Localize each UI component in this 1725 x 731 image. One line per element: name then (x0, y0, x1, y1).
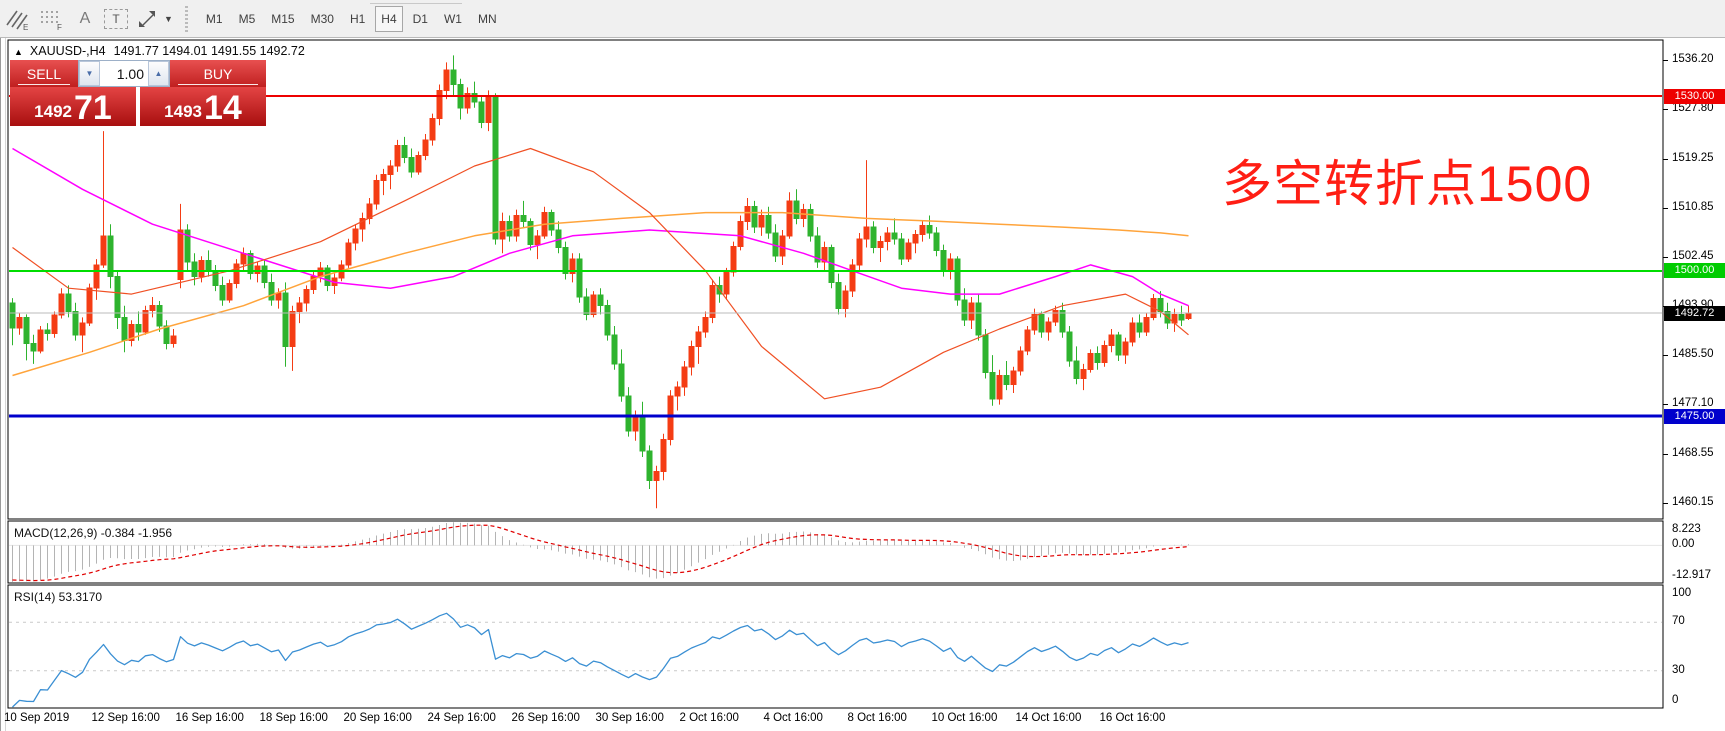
macd-axis-label: 0.00 (1672, 538, 1694, 550)
toolbar-separator (183, 6, 190, 32)
price-axis-tick (1663, 60, 1668, 61)
text-label-icon[interactable]: A (70, 5, 100, 33)
price-axis-label: 1477.10 (1672, 397, 1714, 409)
timeframe-button-h1[interactable]: H1 (344, 6, 371, 32)
chart-ohlc-header: ▲ XAUUSD-,H4 1491.77 1494.01 1491.55 1492.… (14, 44, 305, 58)
price-axis-label: 1485.50 (1672, 348, 1714, 360)
price-axis-label: 1510.85 (1672, 201, 1714, 213)
one-click-trading-panel: SELL ▼ ▲ BUY 1492 71 1493 14 (10, 60, 266, 126)
time-axis-label: 8 Oct 16:00 (848, 712, 907, 724)
macd-axis-label: 8.223 (1672, 523, 1701, 535)
time-axis-label: 12 Sep 16:00 (92, 712, 160, 724)
timeframe-button-d1[interactable]: D1 (407, 6, 434, 32)
price-axis-label: 1468.55 (1672, 447, 1714, 459)
price-axis-tick (1663, 355, 1668, 356)
timeframe-button-m1[interactable]: M1 (200, 6, 229, 32)
price-line-badge: 1475.00 (1664, 409, 1725, 424)
mt4-terminal: E F A T ▼ M1M5M15M30H1H4D1W1MN (0, 0, 1725, 731)
time-axis-label: 10 Sep 2019 (4, 712, 69, 724)
buy-button[interactable]: BUY (170, 60, 266, 87)
price-axis-label: 1460.15 (1672, 496, 1714, 508)
price-axis-tick (1663, 454, 1668, 455)
price-line-badge: 1492.72 (1664, 306, 1725, 321)
price-axis-label: 1536.20 (1672, 53, 1714, 65)
time-axis-label: 20 Sep 16:00 (344, 712, 412, 724)
price-chart-canvas (0, 38, 1725, 731)
price-axis-tick (1663, 257, 1668, 258)
toolbar: E F A T ▼ M1M5M15M30H1H4D1W1MN (0, 0, 1725, 38)
volume-decrease-button[interactable]: ▼ (79, 61, 100, 86)
rsi-axis-label: 30 (1672, 664, 1685, 676)
timeframe-button-mn[interactable]: MN (472, 6, 503, 32)
price-axis-label: 1502.45 (1672, 250, 1714, 262)
price-axis-tick (1663, 159, 1668, 160)
chart-pattern-e-icon[interactable]: E (2, 5, 32, 33)
time-axis-label: 14 Oct 16:00 (1016, 712, 1082, 724)
time-axis-label: 16 Oct 16:00 (1100, 712, 1166, 724)
grid-f-icon[interactable]: F (36, 5, 66, 33)
rsi-axis-label: 0 (1672, 694, 1678, 706)
price-axis-label: 1527.80 (1672, 102, 1714, 114)
timeframe-buttons: M1M5M15M30H1H4D1W1MN (198, 6, 505, 32)
price-axis-label: 1519.25 (1672, 152, 1714, 164)
volume-input[interactable] (100, 61, 148, 86)
timeframe-button-m30[interactable]: M30 (305, 6, 340, 32)
time-axis-label: 4 Oct 16:00 (764, 712, 823, 724)
buy-price-big: 14 (204, 95, 242, 123)
sell-price-small: 1492 (34, 103, 72, 120)
arrows-icon[interactable] (132, 5, 162, 33)
price-axis-tick (1663, 208, 1668, 209)
toolbar-top-fragment (370, 0, 462, 4)
price-axis-tick (1663, 404, 1668, 405)
price-axis-tick (1663, 109, 1668, 110)
time-axis-label: 16 Sep 16:00 (176, 712, 244, 724)
ohlc-values: 1491.77 1494.01 1491.55 1492.72 (114, 44, 305, 58)
rsi-axis-label: 100 (1672, 587, 1691, 599)
time-axis-label: 30 Sep 16:00 (596, 712, 664, 724)
rsi-axis-label: 70 (1672, 615, 1685, 627)
buy-price-small: 1493 (164, 103, 202, 120)
timeframe-button-m5[interactable]: M5 (233, 6, 262, 32)
macd-axis-label: -12.917 (1672, 569, 1711, 581)
rsi-indicator-label: RSI(14) 53.3170 (14, 590, 102, 604)
chart-annotation-text: 多空转折点1500 (1222, 144, 1592, 216)
chevron-down-icon[interactable]: ▼ (164, 14, 173, 24)
text-box-icon[interactable]: T (104, 9, 128, 29)
svg-text:E: E (23, 23, 28, 31)
price-axis-tick (1663, 503, 1668, 504)
timeframe-button-h4[interactable]: H4 (375, 6, 402, 32)
time-axis-label: 24 Sep 16:00 (428, 712, 496, 724)
volume-stepper: ▼ ▲ (78, 60, 170, 87)
time-axis-label: 18 Sep 16:00 (260, 712, 328, 724)
time-axis-label: 2 Oct 16:00 (680, 712, 739, 724)
buy-price-display[interactable]: 1493 14 (140, 87, 266, 126)
chart-window: ▲ XAUUSD-,H4 1491.77 1494.01 1491.55 1492.… (0, 38, 1725, 731)
symbol-label: XAUUSD-,H4 (30, 44, 106, 58)
svg-text:F: F (57, 23, 62, 31)
timeframe-button-m15[interactable]: M15 (265, 6, 300, 32)
price-line-badge: 1530.00 (1664, 89, 1725, 104)
timeframe-button-w1[interactable]: W1 (438, 6, 468, 32)
volume-increase-button[interactable]: ▲ (148, 61, 169, 86)
collapse-panel-icon[interactable]: ▲ (14, 47, 23, 57)
sell-price-display[interactable]: 1492 71 (10, 87, 136, 126)
sell-price-big: 71 (74, 95, 112, 123)
macd-indicator-label: MACD(12,26,9) -0.384 -1.956 (14, 526, 172, 540)
time-axis-label: 26 Sep 16:00 (512, 712, 580, 724)
sell-button[interactable]: SELL (10, 60, 78, 87)
time-axis-label: 10 Oct 16:00 (932, 712, 998, 724)
price-line-badge: 1500.00 (1664, 263, 1725, 278)
